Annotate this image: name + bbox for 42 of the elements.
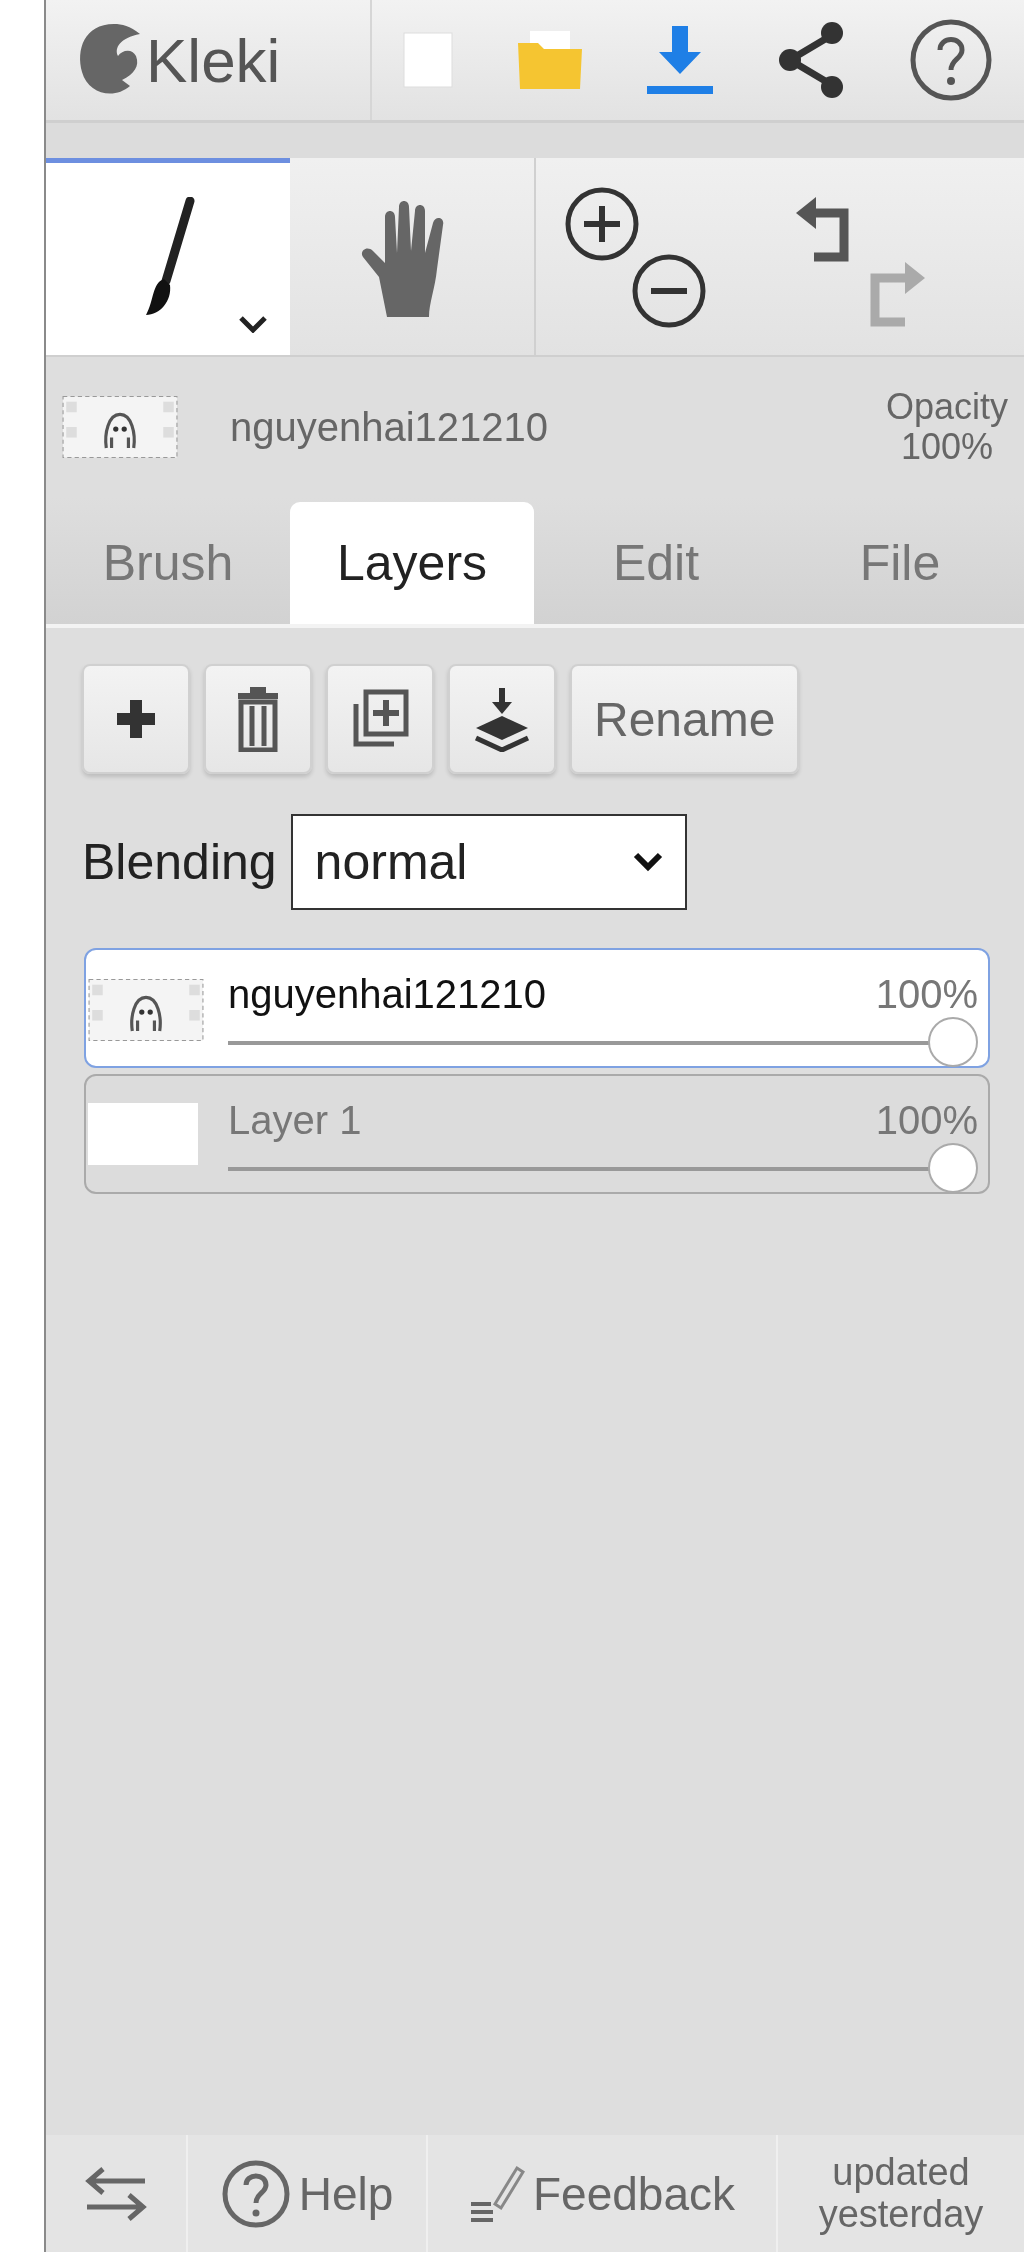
brush-tool-button[interactable] [46,158,290,355]
folder-icon [516,29,585,91]
help-button[interactable] [908,18,993,102]
caret-icon [238,315,268,333]
download-icon [647,24,713,96]
merge-layer-button[interactable] [448,664,556,774]
zoom-out-button[interactable] [631,253,707,329]
layer-item[interactable]: nguyenhai121210 100% [84,948,990,1068]
duplicate-layer-button[interactable] [326,664,434,774]
layer-opacity: 100% [875,1097,978,1143]
opacity-value: 100% [900,427,993,467]
help-icon [220,2158,291,2229]
help-icon [908,18,993,102]
tab[interactable]: File [778,502,1022,624]
opacity-label: Opacity [885,387,1008,427]
update-status: updated yesterday [817,2149,985,2237]
blending-select[interactable]: normal [290,814,687,910]
layer-name: nguyenhai121210 [230,404,550,450]
tab[interactable]: Brush [46,502,290,624]
tab[interactable]: Layers [290,502,534,624]
layer-name: nguyenhai121210 [228,971,547,1017]
blank-page-icon [403,32,454,88]
blending-label: Blending [82,833,277,891]
rename-button[interactable]: Rename [570,664,800,774]
help-button[interactable]: Help [188,2135,428,2252]
save-button[interactable] [647,24,713,96]
layer-item[interactable]: Layer 1 100% [84,1074,990,1194]
chevron-down-icon [632,852,663,872]
opacity-slider-thumb[interactable] [928,1142,978,1193]
add-layer-button[interactable] [82,664,190,774]
delete-layer-button[interactable] [204,664,312,774]
opacity-slider-thumb[interactable] [928,1016,978,1067]
pencil-lines-icon [469,2163,525,2224]
tab[interactable]: Edit [534,502,778,624]
zoom-in-button[interactable] [564,186,640,262]
trash-icon [236,686,280,752]
zoom-in-icon [564,186,640,262]
zoom-out-icon [631,253,707,329]
layer-opacity: 100% [875,971,978,1017]
feedback-button[interactable]: Feedback [428,2135,778,2252]
layer-name: Layer 1 [228,1097,362,1143]
merge-down-icon [472,686,532,752]
